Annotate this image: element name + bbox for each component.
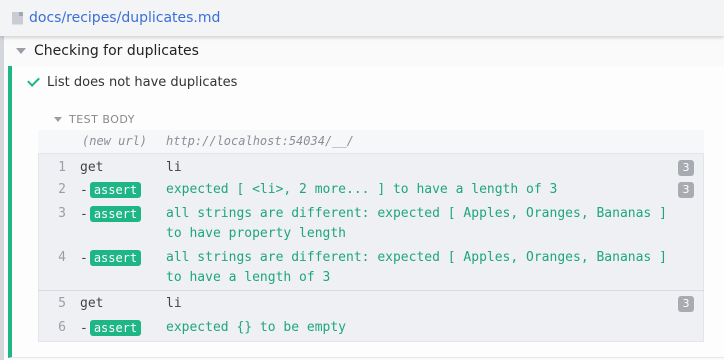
element-count-badge: 3 bbox=[678, 182, 694, 198]
file-path-link[interactable]: docs/recipes/duplicates.md bbox=[29, 10, 220, 26]
command-message: expected [ <li>, 2 more... ] to have a l… bbox=[166, 182, 558, 197]
command-name: - assert bbox=[80, 250, 142, 266]
element-count-badge: 3 bbox=[678, 160, 694, 176]
assert-badge: assert bbox=[89, 206, 142, 222]
command-message: li bbox=[166, 296, 182, 311]
command-row[interactable]: 5 get li 3 bbox=[38, 294, 704, 316]
assert-badge: assert bbox=[89, 320, 142, 336]
caret-down-icon[interactable] bbox=[16, 48, 26, 54]
command-message: expected {} to be empty bbox=[166, 320, 347, 335]
file-path-bar: docs/recipes/duplicates.md bbox=[0, 0, 724, 36]
command-message: li bbox=[166, 160, 182, 175]
assert-badge: assert bbox=[89, 250, 142, 266]
suite-left-bar bbox=[0, 36, 4, 360]
command-name: - assert bbox=[80, 182, 142, 198]
assert-badge: assert bbox=[89, 182, 142, 198]
command-row[interactable]: 3 - assert all strings are different: exp… bbox=[38, 204, 704, 246]
command-name: - assert bbox=[80, 320, 142, 336]
command-message: all strings are different: expected [ Ap… bbox=[166, 250, 667, 285]
test-title: List does not have duplicates bbox=[47, 74, 238, 90]
command-row[interactable]: 4 - assert all strings are different: exp… bbox=[38, 248, 704, 290]
new-url-value[interactable]: http://localhost:54034/__/ bbox=[166, 134, 354, 148]
command-row[interactable]: 2 - assert expected [ <li>, 2 more... ] t… bbox=[38, 180, 704, 202]
command-number: 1 bbox=[58, 160, 66, 175]
test-body-header[interactable]: TEST BODY bbox=[54, 110, 135, 128]
element-count-badge: 3 bbox=[678, 296, 694, 312]
command-number: 5 bbox=[58, 296, 66, 311]
command-name: - assert bbox=[80, 206, 142, 222]
group-separator bbox=[38, 290, 704, 291]
caret-down-icon[interactable] bbox=[54, 116, 62, 122]
suite-title: Checking for duplicates bbox=[34, 43, 199, 59]
command-number: 2 bbox=[58, 182, 66, 197]
command-name: get bbox=[80, 160, 104, 175]
command-message: all strings are different: expected [ Ap… bbox=[166, 206, 667, 241]
test-header[interactable]: List does not have duplicates bbox=[27, 72, 238, 92]
command-number: 6 bbox=[58, 320, 66, 335]
suite-header[interactable]: Checking for duplicates bbox=[8, 36, 199, 66]
test-body-label: TEST BODY bbox=[69, 112, 135, 126]
command-name: get bbox=[80, 296, 104, 311]
new-url-label: (new url) bbox=[82, 134, 148, 148]
command-number: 3 bbox=[58, 206, 66, 221]
command-number: 4 bbox=[58, 250, 66, 265]
new-url-row[interactable]: (new url) http://localhost:54034/__/ bbox=[38, 130, 704, 154]
check-icon bbox=[27, 74, 40, 87]
file-icon bbox=[12, 11, 23, 25]
command-row[interactable]: 6 - assert expected {} to be empty bbox=[38, 318, 704, 340]
command-row[interactable]: 1 get li 3 bbox=[38, 158, 704, 180]
